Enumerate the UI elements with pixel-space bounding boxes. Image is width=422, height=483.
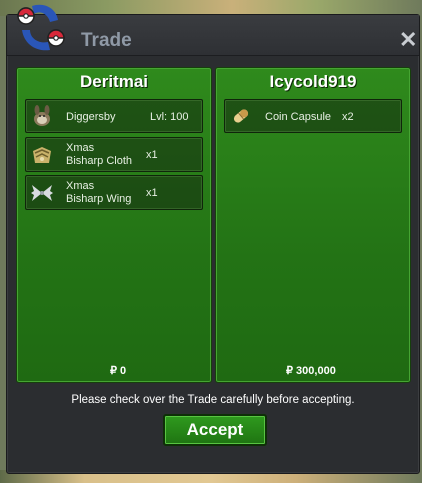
game-logo-icon [17,4,65,51]
item-name: Coin Capsule [265,111,332,123]
accept-button[interactable]: Accept [163,414,267,446]
item-level: Lvl: 100 [150,111,189,123]
item-name: Diggersby [66,111,116,123]
trade-item-bisharp-wing[interactable]: Xmas Bisharp Wing x1 [25,175,203,210]
right-player-name: Icycold919 [269,72,357,91]
item-name-line2: Bisharp Cloth [66,155,133,167]
right-money-amount: ₽ 300,000 [286,365,336,377]
bisharp-cloth-icon [33,147,51,163]
item-name-line1: Xmas [66,142,95,154]
trade-item-coin-capsule[interactable]: Coin Capsule x2 [224,99,402,133]
item-name-line1: Xmas [66,180,95,192]
trade-item-bisharp-cloth[interactable]: Xmas Bisharp Cloth x1 [25,137,203,172]
left-player-name: Deritmai [79,72,149,91]
coin-capsule-icon [233,109,249,123]
item-quantity: x1 [146,149,158,161]
left-money-amount: ₽ 0 [110,365,127,377]
window-title: Trade [81,30,132,51]
trade-notice: Please check over the Trade carefully be… [71,394,355,406]
bisharp-wing-icon [31,185,53,201]
left-trade-panel: Deritmai Diggersby Lvl: 100 Xmas Bisharp… [16,67,212,383]
item-quantity: x1 [146,187,158,199]
item-name-line2: Bisharp Wing [66,193,132,205]
item-quantity: x2 [342,111,354,123]
close-icon[interactable]: ✕ [399,29,417,51]
right-trade-panel: Icycold919 Coin Capsule x2 ₽ 300,000 [215,67,411,383]
trade-item-pokemon[interactable]: Diggersby Lvl: 100 [25,99,203,133]
trade-window: Trade ✕ Deritmai Diggersby Lvl: 100 Xmas… [6,14,420,474]
diggersby-icon [34,105,50,126]
